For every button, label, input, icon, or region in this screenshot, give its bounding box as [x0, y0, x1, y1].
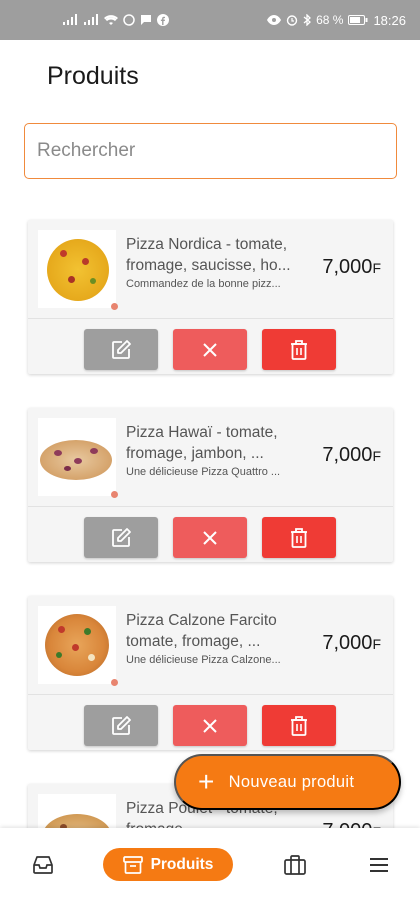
facebook-icon: [157, 14, 169, 26]
product-actions: [28, 695, 393, 750]
battery-percent: 68 %: [316, 13, 344, 27]
menu-icon: [370, 857, 388, 872]
close-button[interactable]: [173, 329, 247, 370]
trash-icon: [291, 715, 307, 736]
trash-icon: [291, 527, 307, 548]
close-icon: [203, 342, 217, 357]
close-button[interactable]: [173, 517, 247, 558]
nav-item-menu[interactable]: [366, 848, 392, 881]
briefcase-icon: [284, 854, 306, 875]
nav-item-products[interactable]: Produits: [103, 848, 233, 881]
delete-button[interactable]: [262, 705, 336, 746]
product-description: Une délicieuse Pizza Quattro ...: [126, 466, 281, 478]
edit-button[interactable]: [84, 705, 158, 746]
product-description: Une délicieuse Pizza Calzone...: [126, 654, 281, 666]
product-image: [38, 418, 118, 498]
eye-icon: [267, 15, 282, 25]
battery-icon: [348, 15, 368, 25]
product-name: Pizza Nordica - tomate, fromage, sauciss…: [126, 236, 291, 274]
bottom-nav: Produits: [0, 828, 420, 900]
plus-icon: +: [198, 766, 215, 797]
product-price: 7,000F: [322, 256, 381, 279]
trash-icon: [291, 339, 307, 360]
close-icon: [203, 718, 217, 733]
edit-icon: [112, 339, 131, 359]
product-image: [38, 230, 118, 310]
page-title: Produits: [47, 62, 139, 90]
product-image: [38, 606, 118, 686]
product-actions: [28, 319, 393, 374]
delete-button[interactable]: [262, 329, 336, 370]
new-product-label: Nouveau produit: [228, 772, 355, 791]
edit-button[interactable]: [84, 517, 158, 558]
status-right: 68 % 18:26: [267, 14, 406, 27]
signal-icon: [63, 14, 77, 25]
product-price: 7,000F: [322, 444, 381, 467]
bluetooth-icon: [303, 14, 312, 26]
product-card[interactable]: Pizza Nordica - tomate, fromage, sauciss…: [28, 220, 393, 374]
nav-item-inbox[interactable]: [30, 848, 56, 881]
price-value: 7,000: [322, 444, 373, 466]
close-icon: [203, 530, 217, 545]
search-input[interactable]: [24, 123, 397, 179]
product-name: Pizza Calzone Farcito tomate, fromage, .…: [126, 612, 277, 650]
status-left-icons: [62, 14, 169, 26]
price-currency: F: [372, 448, 381, 464]
price-currency: F: [372, 636, 381, 652]
delete-button[interactable]: [262, 517, 336, 558]
chat-icon: [141, 15, 151, 25]
inbox-icon: [33, 855, 53, 874]
product-description: Commandez de la bonne pizz...: [126, 278, 281, 290]
product-price: 7,000F: [322, 632, 381, 655]
nav-active-label: Produits: [150, 855, 214, 873]
clock: 18:26: [373, 12, 406, 28]
price-value: 7,000: [322, 632, 373, 654]
whatsapp-icon: [123, 14, 135, 26]
price-value: 7,000: [322, 256, 373, 278]
status-dot: [111, 303, 118, 310]
wifi-icon: [104, 15, 118, 25]
product-name: Pizza Hawaï - tomate, fromage, jambon, .…: [126, 424, 278, 462]
edit-button[interactable]: [84, 329, 158, 370]
status-dot: [111, 491, 118, 498]
status-dot: [111, 679, 118, 686]
close-button[interactable]: [173, 705, 247, 746]
new-product-button[interactable]: + Nouveau produit: [174, 754, 401, 810]
nav-item-briefcase[interactable]: [282, 848, 308, 881]
status-bar: 68 % 18:26: [0, 0, 420, 40]
product-summary[interactable]: Pizza Calzone Farcito tomate, fromage, .…: [28, 596, 393, 694]
edit-icon: [112, 715, 131, 735]
product-actions: [28, 507, 393, 562]
signal-icon: [84, 14, 98, 25]
product-summary[interactable]: Pizza Nordica - tomate, fromage, sauciss…: [28, 220, 393, 318]
products-icon: [122, 855, 143, 874]
product-card[interactable]: Pizza Calzone Farcito tomate, fromage, .…: [28, 596, 393, 750]
product-summary[interactable]: Pizza Hawaï - tomate, fromage, jambon, .…: [28, 408, 393, 506]
alarm-icon: [286, 15, 298, 26]
edit-icon: [112, 527, 131, 547]
price-currency: F: [372, 260, 381, 276]
product-card[interactable]: Pizza Hawaï - tomate, fromage, jambon, .…: [28, 408, 393, 562]
